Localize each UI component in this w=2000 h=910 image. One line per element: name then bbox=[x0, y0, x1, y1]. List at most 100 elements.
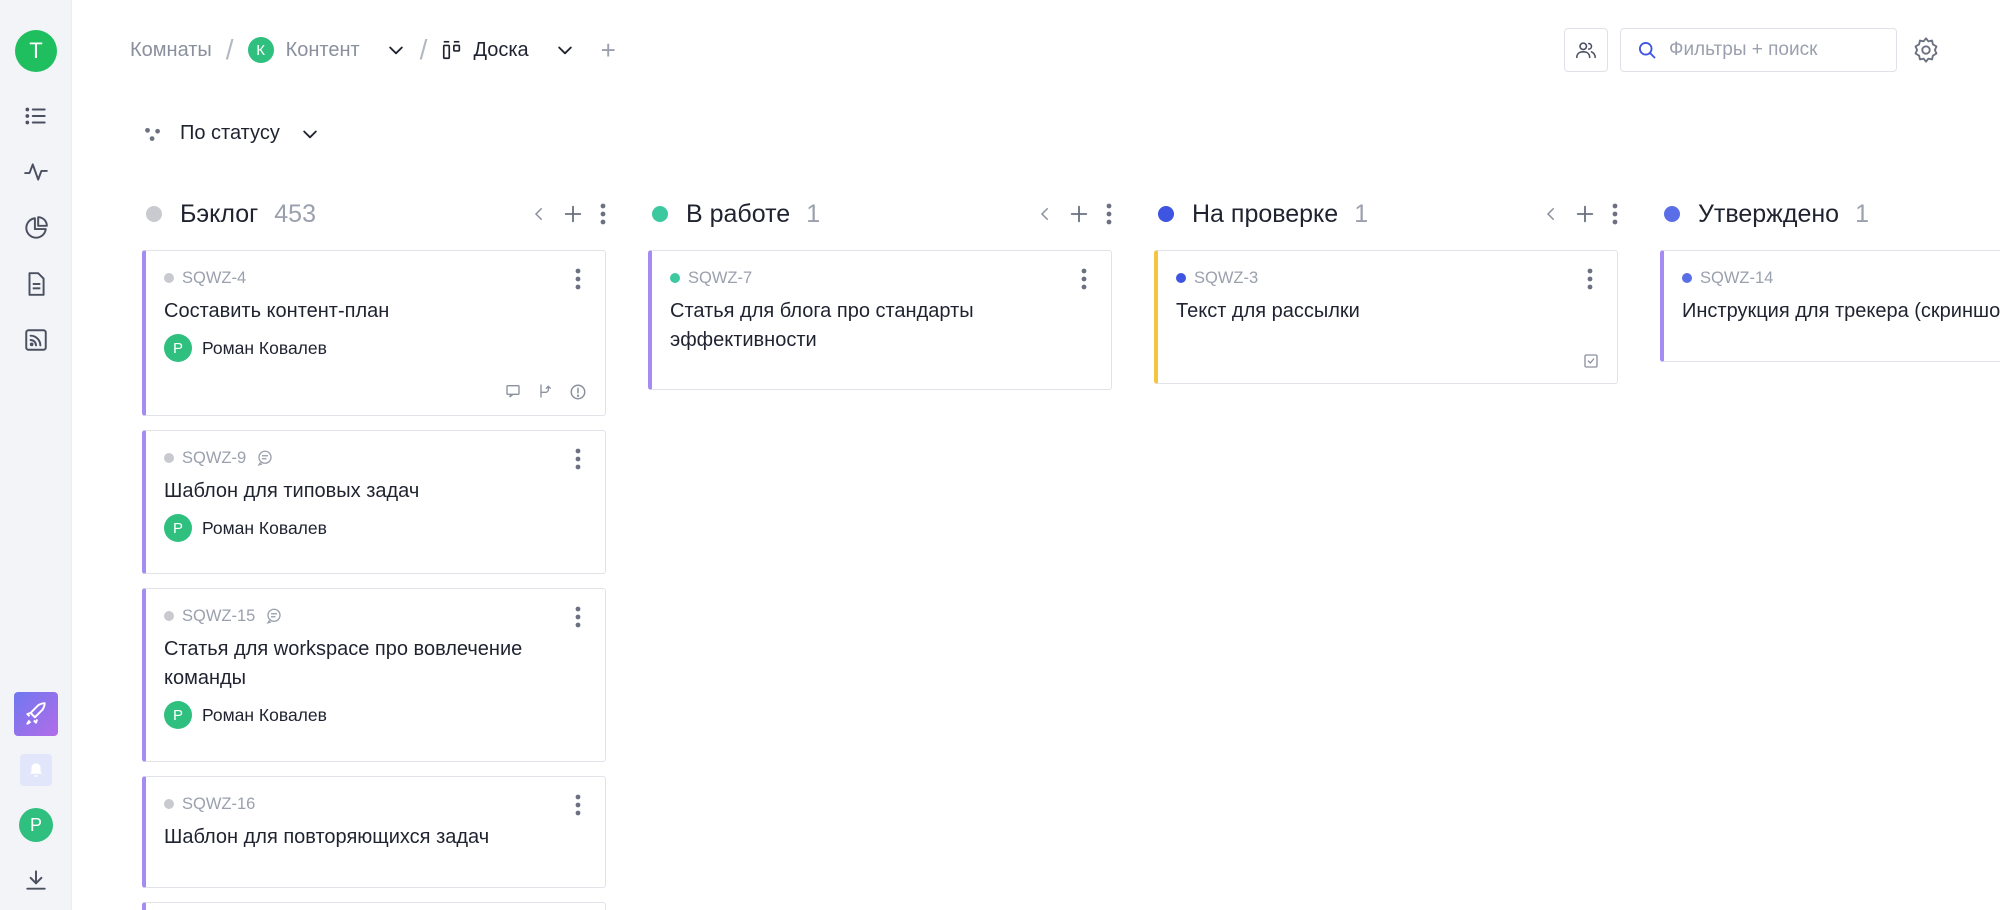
activity-icon[interactable] bbox=[20, 156, 52, 188]
column-count: 453 bbox=[274, 199, 316, 228]
search-field[interactable] bbox=[1620, 28, 1897, 72]
task-title: Шаблон для повторяющихся задач bbox=[164, 826, 490, 848]
bell-icon[interactable] bbox=[20, 754, 52, 786]
task-title: Составить контент-план bbox=[164, 300, 390, 322]
breadcrumb-separator: / bbox=[225, 34, 234, 65]
more-vertical-icon[interactable] bbox=[573, 267, 583, 296]
chat-icon bbox=[265, 607, 283, 625]
task-card[interactable]: SQWZ-4 Составить контент-план Р Роман Ков… bbox=[142, 250, 606, 416]
members-button[interactable] bbox=[1564, 28, 1608, 72]
status-dot bbox=[146, 206, 162, 222]
more-vertical-icon[interactable] bbox=[573, 447, 583, 476]
status-dot bbox=[1158, 206, 1174, 222]
task-title: Текст для рассылки bbox=[1176, 300, 1360, 322]
add-card-icon[interactable] bbox=[1068, 203, 1090, 225]
more-vertical-icon[interactable] bbox=[598, 202, 608, 226]
task-card[interactable]: SQWZ-7 Статья для блога про стандарты эф… bbox=[648, 250, 1112, 390]
task-card[interactable]: SQWZ-9 Шаблон для типовых задач Р Роман К… bbox=[142, 430, 606, 574]
subtask-icon[interactable] bbox=[537, 383, 553, 401]
add-card-icon[interactable] bbox=[1574, 203, 1596, 225]
status-dot bbox=[1176, 273, 1186, 283]
left-rail: Т Р bbox=[0, 0, 72, 910]
download-icon[interactable] bbox=[20, 864, 52, 896]
project-avatar: К bbox=[247, 37, 274, 63]
task-id: SQWZ-16 bbox=[182, 794, 256, 813]
column-title: Бэклог bbox=[180, 199, 259, 228]
status-group-icon bbox=[145, 127, 160, 141]
breadcrumb-view-label: Доска bbox=[473, 38, 529, 61]
rocket-icon[interactable] bbox=[14, 692, 58, 736]
assignee-avatar: Р bbox=[164, 514, 192, 542]
board-column-in-progress: В работе 1 SQWZ-7 Статья для блога про с… bbox=[648, 190, 1118, 390]
more-vertical-icon[interactable] bbox=[1104, 202, 1114, 226]
group-by-label: По статусу bbox=[180, 122, 280, 144]
more-vertical-icon[interactable] bbox=[573, 605, 583, 634]
task-id: SQWZ-14 bbox=[1700, 268, 1774, 287]
column-header: Бэклог 453 bbox=[142, 190, 612, 238]
status-dot bbox=[164, 611, 174, 621]
task-title: Инструкция для трекера (скриншоты) bbox=[1682, 300, 2000, 322]
breadcrumb-rooms[interactable]: Комнаты bbox=[130, 39, 212, 62]
status-dot bbox=[1682, 273, 1692, 283]
user-avatar[interactable]: Р bbox=[19, 808, 53, 842]
breadcrumb-project[interactable]: Контент bbox=[286, 39, 360, 62]
board-column-review: На проверке 1 SQWZ-3 Текст для рассылки bbox=[1154, 190, 1624, 384]
priority-icon[interactable] bbox=[569, 383, 587, 401]
comment-icon[interactable] bbox=[505, 383, 521, 401]
search-icon bbox=[1639, 42, 1656, 59]
chevron-down-icon[interactable] bbox=[386, 40, 406, 60]
task-id: SQWZ-15 bbox=[182, 606, 256, 625]
column-count: 1 bbox=[806, 199, 821, 228]
status-dot bbox=[164, 453, 174, 463]
column-title: В работе bbox=[686, 199, 791, 228]
collapse-column-icon[interactable] bbox=[530, 205, 548, 223]
task-card[interactable]: SQWZ-3 Текст для рассылки bbox=[1154, 250, 1618, 384]
board-column-approved: Утверждено 1 SQWZ-14 Инструкция для трек… bbox=[1660, 190, 2000, 362]
status-dot bbox=[670, 273, 680, 283]
board-icon bbox=[443, 40, 461, 60]
group-by-selector[interactable]: По статусу bbox=[142, 122, 320, 145]
task-id: SQWZ-3 bbox=[1194, 268, 1259, 287]
breadcrumb-separator: / bbox=[419, 34, 428, 65]
task-id: SQWZ-7 bbox=[688, 268, 753, 287]
status-dot bbox=[1664, 206, 1680, 222]
chevron-down-icon bbox=[300, 124, 320, 144]
task-title: Статья для workspace про вовлечение кома… bbox=[164, 638, 523, 689]
column-header: В работе 1 bbox=[648, 190, 1118, 238]
more-vertical-icon[interactable] bbox=[1079, 267, 1089, 296]
status-dot bbox=[164, 273, 174, 283]
collapse-column-icon[interactable] bbox=[1036, 205, 1054, 223]
task-card[interactable]: SQWZ-15 Статья для workspace про вовлече… bbox=[142, 588, 606, 762]
status-dot bbox=[164, 799, 174, 809]
add-view-button[interactable]: + bbox=[601, 35, 616, 66]
board-column-backlog: Бэклог 453 SQWZ-4 Составить контент-план… bbox=[142, 190, 612, 910]
document-icon[interactable] bbox=[20, 268, 52, 300]
collapse-column-icon[interactable] bbox=[1542, 205, 1560, 223]
assignee-avatar: Р bbox=[164, 334, 192, 362]
status-dot bbox=[652, 206, 668, 222]
breadcrumb: Комнаты / К Контент / Доска + bbox=[130, 30, 616, 70]
assignee-name: Роман Ковалев bbox=[202, 337, 327, 358]
chat-icon bbox=[256, 449, 274, 467]
search-input[interactable] bbox=[1669, 39, 1889, 61]
chevron-down-icon[interactable] bbox=[555, 40, 575, 60]
more-vertical-icon[interactable] bbox=[1610, 202, 1620, 226]
breadcrumb-view[interactable]: Доска bbox=[441, 38, 529, 62]
column-count: 1 bbox=[1855, 199, 1869, 228]
column-title: Утверждено bbox=[1698, 199, 1840, 228]
workspace-avatar[interactable]: Т bbox=[15, 30, 57, 72]
feed-icon[interactable] bbox=[20, 324, 52, 356]
task-card[interactable]: SQWZ-14 Инструкция для трекера (скриншот… bbox=[1660, 250, 2000, 362]
more-vertical-icon[interactable] bbox=[1585, 267, 1595, 296]
more-vertical-icon[interactable] bbox=[573, 793, 583, 822]
task-card[interactable]: SQWZ-16 Шаблон для повторяющихся задач bbox=[142, 776, 606, 888]
task-card[interactable] bbox=[142, 902, 606, 910]
gear-icon[interactable] bbox=[1912, 36, 1940, 64]
task-id: SQWZ-9 bbox=[182, 448, 247, 467]
add-card-icon[interactable] bbox=[562, 203, 584, 225]
task-id: SQWZ-4 bbox=[182, 268, 247, 287]
checklist-icon[interactable] bbox=[1583, 353, 1599, 369]
list-icon[interactable] bbox=[20, 100, 52, 132]
pie-chart-icon[interactable] bbox=[20, 212, 52, 244]
column-header: На проверке 1 bbox=[1154, 190, 1624, 238]
